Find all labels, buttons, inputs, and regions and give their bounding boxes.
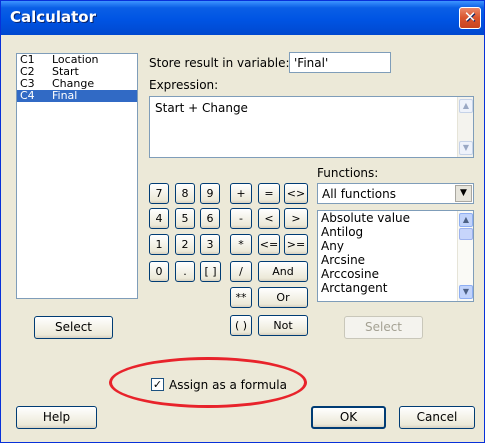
key-3-button[interactable]: 3 xyxy=(200,234,220,255)
or-button[interactable]: Or xyxy=(258,287,308,308)
cancel-button[interactable]: Cancel xyxy=(399,406,475,429)
list-item-selected[interactable]: C4 Final xyxy=(17,90,137,102)
scroll-down-icon[interactable]: ▼ xyxy=(459,141,473,155)
list-item[interactable]: Any xyxy=(318,239,473,253)
list-item[interactable]: Arccosine xyxy=(318,267,473,281)
list-item[interactable]: Antilog xyxy=(318,225,473,239)
brackets-button[interactable]: [ ] xyxy=(200,261,221,282)
select-function-button[interactable]: Select xyxy=(344,316,423,339)
functions-label: Functions: xyxy=(317,166,379,180)
store-variable-value: 'Final' xyxy=(294,56,329,70)
expression-value: Start + Change xyxy=(155,101,248,115)
store-label: Store result in variable: xyxy=(149,56,290,70)
key-0-button[interactable]: 0 xyxy=(149,261,169,282)
close-button[interactable]: ✕ xyxy=(459,7,481,29)
function-category-value: All functions xyxy=(322,187,396,201)
expression-label: Expression: xyxy=(149,78,219,92)
parentheses-button[interactable]: ( ) xyxy=(230,315,252,336)
minus-button[interactable]: - xyxy=(230,208,252,229)
select-variable-button[interactable]: Select xyxy=(34,316,113,339)
equals-button[interactable]: = xyxy=(258,183,280,204)
less-than-button[interactable]: < xyxy=(258,208,280,229)
help-button[interactable]: Help xyxy=(16,406,97,429)
greater-equal-button[interactable]: >= xyxy=(284,234,308,255)
not-equal-button[interactable]: <> xyxy=(284,183,308,204)
highlight-ellipse xyxy=(109,357,307,408)
multiply-button[interactable]: * xyxy=(230,234,252,255)
key-8-button[interactable]: 8 xyxy=(175,183,195,204)
function-category-dropdown[interactable]: All functions ▼ xyxy=(317,183,474,204)
divide-button[interactable]: / xyxy=(230,261,252,282)
variables-list[interactable]: C1 Location C2 Start C3 Change C4 Final xyxy=(16,53,138,299)
key-7-button[interactable]: 7 xyxy=(149,183,169,204)
close-icon: ✕ xyxy=(463,8,477,26)
and-button[interactable]: And xyxy=(258,261,308,282)
plus-button[interactable]: + xyxy=(230,183,252,204)
less-equal-button[interactable]: <= xyxy=(258,234,280,255)
list-item[interactable]: Absolute value xyxy=(318,211,473,225)
scroll-down-icon[interactable]: ▼ xyxy=(459,285,473,299)
power-button[interactable]: ** xyxy=(230,287,252,308)
key-5-button[interactable]: 5 xyxy=(175,208,195,229)
functions-list[interactable]: Absolute value Antilog Any Arcsine Arcco… xyxy=(317,210,474,302)
functions-scrollbar[interactable]: ▲ ▼ xyxy=(457,211,473,301)
key-1-button[interactable]: 1 xyxy=(149,234,169,255)
calculator-dialog: Calculator ✕ C1 Location C2 Start C3 Cha… xyxy=(0,0,485,443)
scroll-up-icon[interactable]: ▲ xyxy=(459,213,473,227)
key-4-button[interactable]: 4 xyxy=(149,208,169,229)
expression-scrollbar[interactable]: ▲ ▼ xyxy=(457,97,473,157)
key-2-button[interactable]: 2 xyxy=(175,234,195,255)
title-bar: Calculator ✕ xyxy=(1,1,484,35)
ok-button[interactable]: OK xyxy=(311,406,386,429)
scroll-thumb[interactable] xyxy=(459,228,473,240)
key-6-button[interactable]: 6 xyxy=(200,208,220,229)
chevron-down-icon[interactable]: ▼ xyxy=(455,185,472,202)
expression-input[interactable]: Start + Change ▲ ▼ xyxy=(149,96,474,158)
list-item[interactable]: Arctangent xyxy=(318,281,473,295)
greater-than-button[interactable]: > xyxy=(284,208,308,229)
store-variable-input[interactable]: 'Final' xyxy=(289,52,391,73)
column-name: Final xyxy=(52,89,78,102)
not-button[interactable]: Not xyxy=(258,315,308,336)
scroll-up-icon[interactable]: ▲ xyxy=(459,99,473,113)
list-item[interactable]: C3 Change xyxy=(17,78,137,90)
key-9-button[interactable]: 9 xyxy=(200,183,220,204)
column-id: C4 xyxy=(20,89,35,102)
list-item[interactable]: Arcsine xyxy=(318,253,473,267)
window-title: Calculator xyxy=(10,8,96,26)
decimal-point-button[interactable]: . xyxy=(175,261,195,282)
